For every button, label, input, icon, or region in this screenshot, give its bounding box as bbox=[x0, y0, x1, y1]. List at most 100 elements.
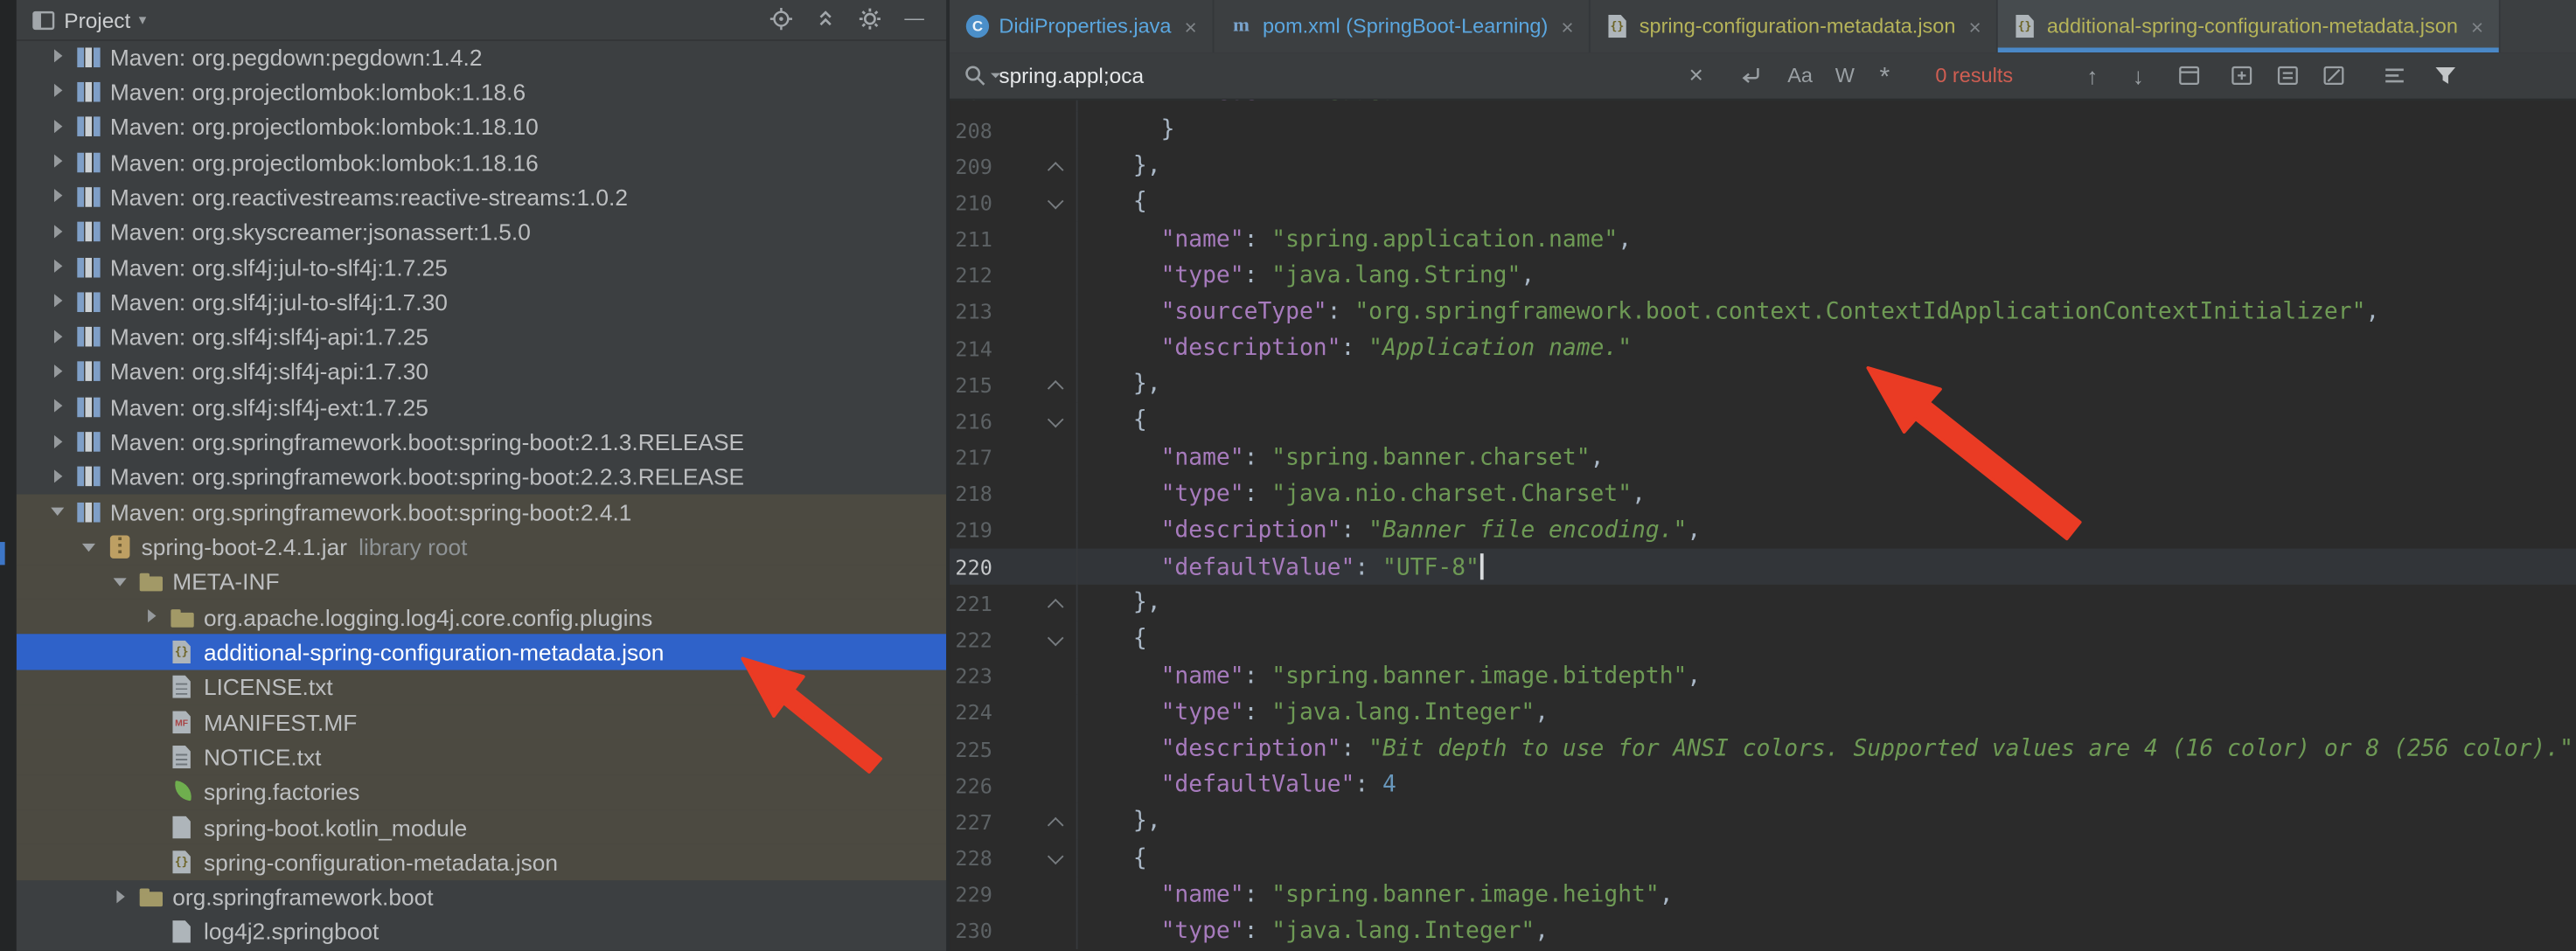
fold-marker[interactable] bbox=[992, 694, 1078, 731]
code-line[interactable]: 224 "type": "java.lang.Integer", bbox=[950, 694, 2576, 731]
whole-words-toggle[interactable]: W bbox=[1835, 64, 1855, 87]
tree-expand-arrow[interactable] bbox=[140, 914, 170, 949]
collapse-all-icon[interactable] bbox=[813, 7, 838, 31]
regex-toggle[interactable]: * bbox=[1879, 64, 1890, 94]
code-line[interactable]: 218 "type": "java.nio.charset.Charset", bbox=[950, 476, 2576, 512]
code-line[interactable]: 211 "name": "spring.application.name", bbox=[950, 221, 2576, 258]
fold-marker[interactable] bbox=[992, 803, 1078, 840]
close-tab-icon[interactable]: × bbox=[2471, 14, 2483, 38]
find-option-lines-icon[interactable] bbox=[2275, 63, 2300, 87]
search-icon[interactable] bbox=[963, 63, 999, 87]
fold-marker[interactable] bbox=[992, 330, 1078, 367]
tree-row[interactable]: log4j2.springboot bbox=[17, 914, 946, 949]
clear-search-icon[interactable]: × bbox=[1689, 63, 1703, 87]
tree-row[interactable]: spring-boot-2.4.1.jar library root bbox=[17, 530, 946, 565]
code-line[interactable]: 208 } bbox=[950, 112, 2576, 149]
tree-row[interactable]: META-INF bbox=[17, 565, 946, 600]
view-options-icon[interactable] bbox=[2382, 63, 2406, 87]
code-line[interactable]: 210 { bbox=[950, 184, 2576, 221]
project-panel-title[interactable]: Project bbox=[64, 7, 130, 31]
tree-row[interactable]: Maven: org.projectlombok:lombok:1.18.10 bbox=[17, 109, 946, 144]
search-input[interactable]: spring.appl;oca bbox=[999, 63, 1144, 87]
tree-expand-arrow[interactable] bbox=[46, 109, 76, 144]
tree-expand-arrow[interactable] bbox=[46, 354, 76, 389]
tree-row[interactable]: Maven: org.springframework.boot:spring-b… bbox=[17, 495, 946, 530]
tree-expand-arrow[interactable] bbox=[46, 284, 76, 319]
tree-row[interactable]: Maven: org.slf4j:jul-to-slf4j:1.7.25 bbox=[17, 249, 946, 284]
editor-tab[interactable]: spring-configuration-metadata.json × bbox=[1590, 0, 1997, 52]
tree-row[interactable]: Maven: org.projectlombok:lombok:1.18.6 bbox=[17, 74, 946, 109]
tree-expand-arrow[interactable] bbox=[108, 565, 138, 600]
tree-row[interactable]: Maven: org.springframework.boot:spring-b… bbox=[17, 460, 946, 495]
close-tab-icon[interactable]: × bbox=[1185, 14, 1197, 38]
fold-marker[interactable] bbox=[992, 731, 1078, 767]
tree-row[interactable]: MANIFEST.MF bbox=[17, 705, 946, 739]
find-option-add-icon[interactable] bbox=[2230, 63, 2254, 87]
fold-marker[interactable] bbox=[992, 148, 1078, 184]
code-line[interactable]: 226 "defaultValue": 4 bbox=[950, 767, 2576, 804]
fold-marker[interactable] bbox=[992, 440, 1078, 476]
tree-row[interactable]: spring-configuration-metadata.json bbox=[17, 844, 946, 879]
chevron-down-icon[interactable]: ▾ bbox=[139, 11, 147, 30]
tree-expand-arrow[interactable] bbox=[46, 495, 76, 530]
previous-occurrence-button[interactable]: ↑ bbox=[2086, 62, 2098, 88]
tree-expand-arrow[interactable] bbox=[140, 705, 170, 739]
tree-expand-arrow[interactable] bbox=[140, 809, 170, 844]
fold-marker[interactable] bbox=[992, 877, 1078, 913]
tree-row[interactable]: Maven: org.slf4j:slf4j-api:1.7.25 bbox=[17, 319, 946, 354]
tree-row[interactable]: Maven: org.projectlombok:lombok:1.18.16 bbox=[17, 144, 946, 179]
tree-row[interactable]: org.springframework.boot bbox=[17, 879, 946, 914]
tree-expand-arrow[interactable] bbox=[46, 390, 76, 425]
tree-expand-arrow[interactable] bbox=[140, 635, 170, 670]
code-line[interactable]: 215 }, bbox=[950, 366, 2576, 403]
fold-marker[interactable] bbox=[992, 621, 1078, 658]
fold-marker[interactable] bbox=[992, 767, 1078, 804]
fold-marker[interactable] bbox=[992, 294, 1078, 330]
tree-row[interactable]: Maven: org.slf4j:slf4j-api:1.7.30 bbox=[17, 354, 946, 389]
tree-row[interactable]: Maven: org.pegdown:pegdown:1.4.2 bbox=[17, 39, 946, 74]
tree-row[interactable]: additional-spring-configuration-metadata… bbox=[17, 635, 946, 670]
filter-results-icon[interactable] bbox=[2433, 63, 2458, 87]
next-occurrence-button[interactable]: ↓ bbox=[2133, 62, 2144, 88]
code-line[interactable]: 225 "description": "Bit depth to use for… bbox=[950, 731, 2576, 767]
code-line[interactable]: 217 "name": "spring.banner.charset", bbox=[950, 440, 2576, 476]
tree-expand-arrow[interactable] bbox=[46, 39, 76, 74]
tree-row[interactable]: spring-boot.kotlin_module bbox=[17, 809, 946, 844]
code-line[interactable]: 219 "description": "Banner file encoding… bbox=[950, 512, 2576, 549]
fold-marker[interactable] bbox=[992, 257, 1078, 294]
code-line[interactable]: 216 { bbox=[950, 403, 2576, 440]
tree-row[interactable]: LICENSE.txt bbox=[17, 670, 946, 705]
tree-expand-arrow[interactable] bbox=[46, 214, 76, 249]
tree-expand-arrow[interactable] bbox=[46, 460, 76, 495]
locate-file-icon[interactable] bbox=[769, 7, 793, 31]
tree-expand-arrow[interactable] bbox=[46, 319, 76, 354]
code-line[interactable]: 221 }, bbox=[950, 585, 2576, 621]
tree-expand-arrow[interactable] bbox=[140, 844, 170, 879]
code-line[interactable]: 227 }, bbox=[950, 803, 2576, 840]
editor-tab[interactable]: additional-spring-configuration-metadata… bbox=[1998, 0, 2500, 52]
code-line[interactable]: 214 "description": "Application name." bbox=[950, 330, 2576, 367]
fold-marker[interactable] bbox=[992, 658, 1078, 695]
tree-row[interactable]: Maven: org.reactivestreams:reactive-stre… bbox=[17, 179, 946, 214]
code-line[interactable]: 220 "defaultValue": "UTF-8" bbox=[950, 549, 2576, 586]
open-in-find-window-icon[interactable] bbox=[2177, 63, 2202, 87]
code-line[interactable]: 228 { bbox=[950, 840, 2576, 877]
tree-row[interactable]: Maven: org.slf4j:jul-to-slf4j:1.7.30 bbox=[17, 284, 946, 319]
tree-expand-arrow[interactable] bbox=[140, 774, 170, 809]
tree-expand-arrow[interactable] bbox=[140, 739, 170, 774]
fold-marker[interactable] bbox=[992, 840, 1078, 877]
gear-icon[interactable] bbox=[858, 7, 882, 31]
code-line[interactable]: 222 { bbox=[950, 621, 2576, 658]
code-line[interactable]: 213 "sourceType": "org.springframework.b… bbox=[950, 294, 2576, 330]
tree-row[interactable]: Maven: org.skyscreamer:jsonassert:1.5.0 bbox=[17, 214, 946, 249]
tree-expand-arrow[interactable] bbox=[77, 530, 107, 565]
code-editor[interactable]: 207 "level": "error" 208 } 209 }, 210 { bbox=[950, 75, 2576, 949]
tree-row[interactable]: Maven: org.slf4j:slf4j-ext:1.7.25 bbox=[17, 390, 946, 425]
fold-marker[interactable] bbox=[992, 184, 1078, 221]
code-line[interactable]: 209 }, bbox=[950, 148, 2576, 184]
editor-tab[interactable]: pom.xml (SpringBoot-Learning) × bbox=[1214, 0, 1591, 52]
tree-expand-arrow[interactable] bbox=[46, 144, 76, 179]
tree-expand-arrow[interactable] bbox=[46, 179, 76, 214]
tree-row[interactable]: org.apache.logging.log4j.core.config.plu… bbox=[17, 600, 946, 635]
fold-marker[interactable] bbox=[992, 549, 1078, 586]
